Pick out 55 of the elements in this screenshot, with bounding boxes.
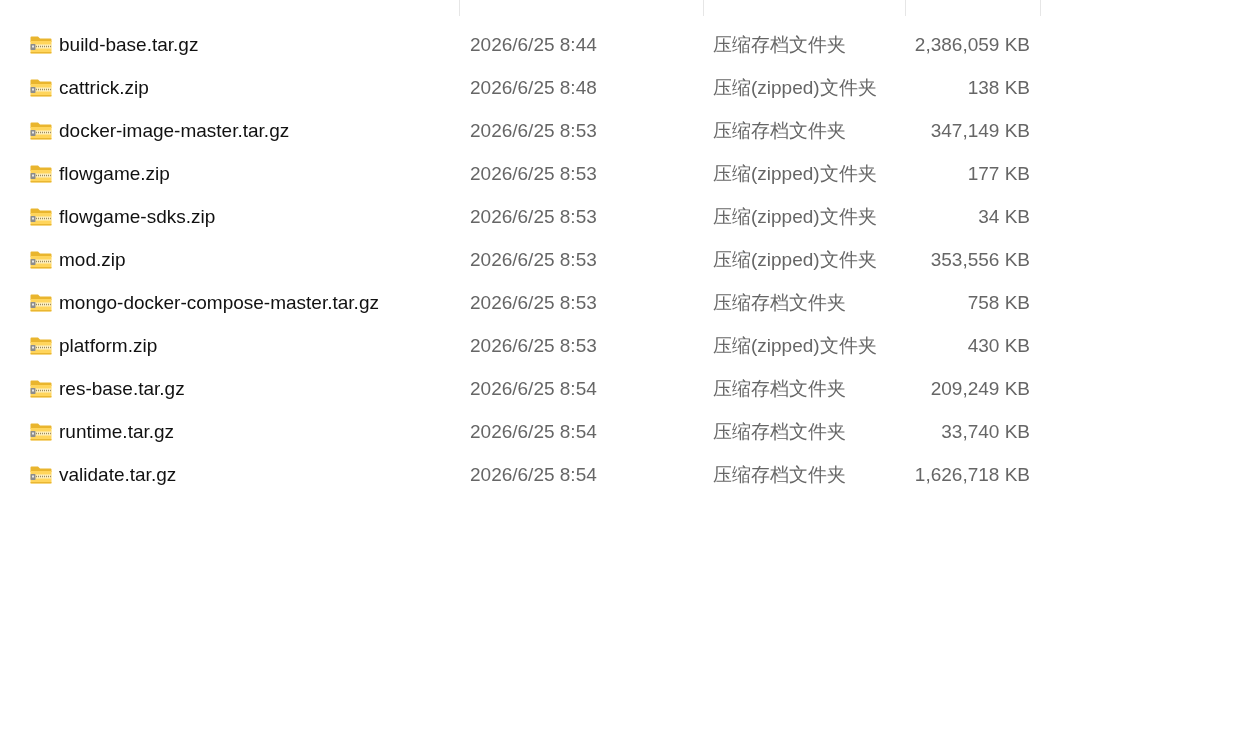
modified-date: 2026/6/25 8:53 (469, 334, 598, 357)
file-size: 758 KB (966, 291, 1031, 314)
file-type: 压缩(zipped)文件夹 (712, 204, 878, 229)
zipped-folder-icon (30, 164, 52, 183)
zipped-folder-icon (30, 422, 52, 441)
file-type: 压缩存档文件夹 (712, 32, 847, 57)
file-size: 33,740 KB (940, 420, 1031, 443)
file-type: 压缩存档文件夹 (712, 290, 847, 315)
zipped-folder-icon (30, 35, 52, 54)
file-name[interactable]: runtime.tar.gz (59, 420, 175, 443)
file-size: 347,149 KB (929, 119, 1031, 142)
file-size: 430 KB (966, 334, 1031, 357)
zipped-folder-icon (30, 121, 52, 140)
modified-date: 2026/6/25 8:54 (469, 463, 598, 486)
modified-date: 2026/6/25 8:53 (469, 205, 598, 228)
file-size: 177 KB (966, 162, 1031, 185)
modified-date: 2026/6/25 8:54 (469, 420, 598, 443)
modified-date: 2026/6/25 8:53 (469, 248, 598, 271)
modified-date: 2026/6/25 8:53 (469, 291, 598, 314)
file-size: 34 KB (977, 205, 1031, 228)
file-size: 2,386,059 KB (913, 33, 1031, 56)
file-name[interactable]: flowgame.zip (59, 162, 170, 185)
zipped-folder-icon (30, 207, 52, 226)
zipped-folder-icon (30, 465, 52, 484)
zipped-folder-icon (30, 379, 52, 398)
file-name[interactable]: mod.zip (59, 248, 126, 271)
zipped-folder-icon (30, 293, 52, 312)
file-type: 压缩存档文件夹 (712, 118, 847, 143)
file-type: 压缩(zipped)文件夹 (712, 247, 878, 272)
file-name[interactable]: validate.tar.gz (59, 463, 177, 486)
zipped-folder-icon (30, 250, 52, 269)
file-size: 138 KB (966, 76, 1031, 99)
file-type: 压缩存档文件夹 (712, 462, 847, 487)
modified-date: 2026/6/25 8:53 (469, 162, 598, 185)
zipped-folder-icon (30, 336, 52, 355)
modified-date: 2026/6/25 8:53 (469, 119, 598, 142)
file-name[interactable]: platform.zip (59, 334, 158, 357)
file-name[interactable]: res-base.tar.gz (59, 377, 185, 400)
file-name[interactable]: mongo-docker-compose-master.tar.gz (59, 291, 379, 314)
file-type: 压缩存档文件夹 (712, 419, 847, 444)
file-type: 压缩(zipped)文件夹 (712, 333, 878, 358)
file-name[interactable]: cattrick.zip (59, 76, 149, 99)
file-type: 压缩存档文件夹 (712, 376, 847, 401)
file-size: 1,626,718 KB (913, 463, 1031, 486)
modified-date: 2026/6/25 8:44 (469, 33, 598, 56)
zipped-folder-icon (30, 78, 52, 97)
file-size: 209,249 KB (929, 377, 1031, 400)
file-name[interactable]: docker-image-master.tar.gz (59, 119, 290, 142)
file-type: 压缩(zipped)文件夹 (712, 75, 878, 100)
modified-date: 2026/6/25 8:54 (469, 377, 598, 400)
file-name[interactable]: flowgame-sdks.zip (59, 205, 216, 228)
file-name[interactable]: build-base.tar.gz (59, 33, 199, 56)
modified-date: 2026/6/25 8:48 (469, 76, 598, 99)
file-size: 353,556 KB (929, 248, 1031, 271)
file-type: 压缩(zipped)文件夹 (712, 161, 878, 186)
